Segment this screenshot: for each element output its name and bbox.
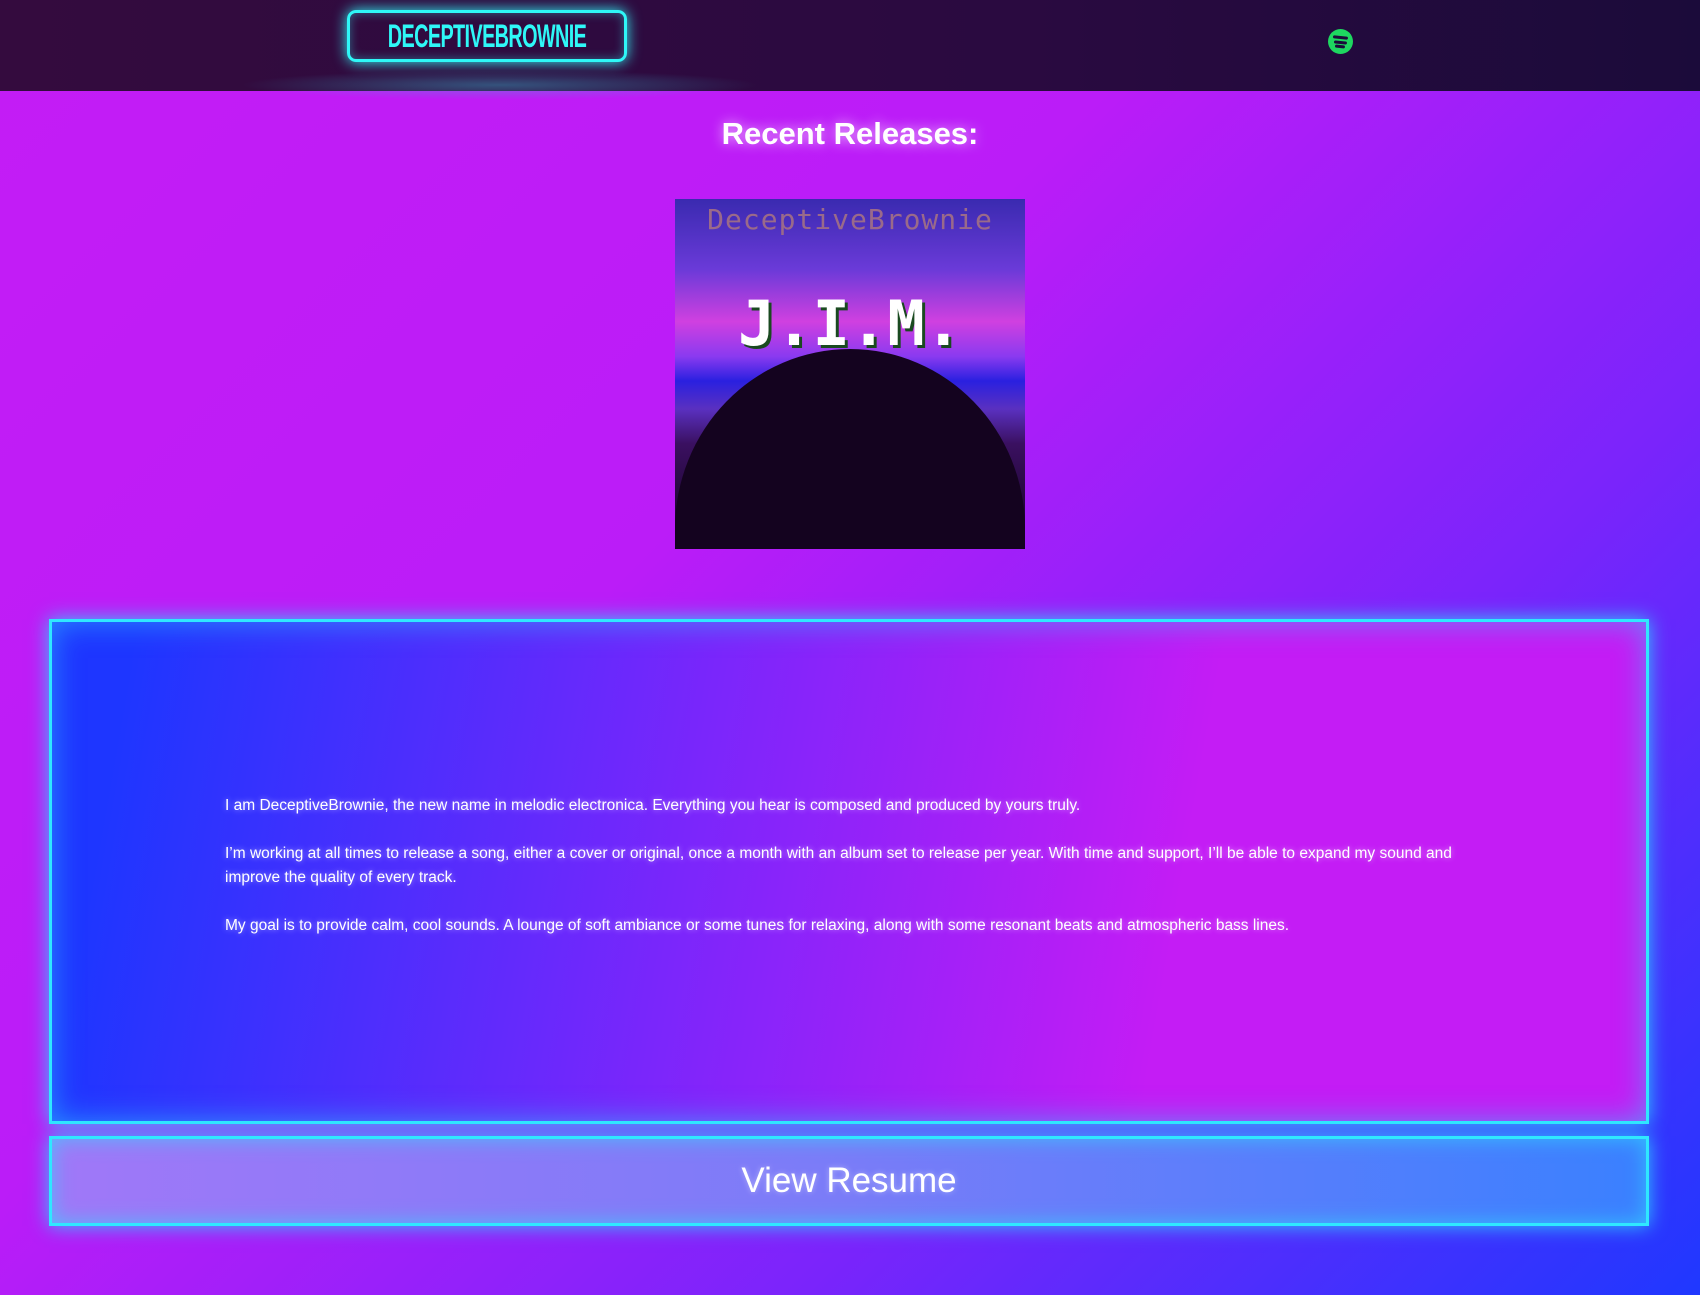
about-paragraph: I am DeceptiveBrownie, the new name in m… bbox=[225, 797, 1081, 814]
view-resume-button[interactable]: View Resume bbox=[49, 1136, 1649, 1226]
logo-link[interactable]: DECEPTIVEBROWNIE bbox=[347, 10, 627, 62]
logo-glow bbox=[240, 70, 760, 100]
about-paragraph: I’m working at all times to release a so… bbox=[225, 845, 1452, 886]
about-panel: I am DeceptiveBrownie, the new name in m… bbox=[49, 619, 1649, 1124]
logo-text: DECEPTIVEBROWNIE bbox=[387, 17, 587, 54]
album-cover[interactable]: DeceptiveBrownie J.I.M. bbox=[675, 199, 1025, 549]
about-paragraph: My goal is to provide calm, cool sounds.… bbox=[225, 917, 1290, 934]
cover-artist-text: DeceptiveBrownie bbox=[707, 203, 993, 236]
about-text: I am DeceptiveBrownie, the new name in m… bbox=[225, 794, 1495, 962]
header: DECEPTIVEBROWNIE bbox=[0, 0, 1700, 100]
cover-album-title: J.I.M. bbox=[738, 287, 962, 360]
view-resume-label: View Resume bbox=[741, 1161, 957, 1200]
section-title: Recent Releases: bbox=[721, 116, 979, 151]
spotify-icon[interactable] bbox=[1328, 29, 1353, 54]
cover-art-dome bbox=[675, 349, 1025, 549]
